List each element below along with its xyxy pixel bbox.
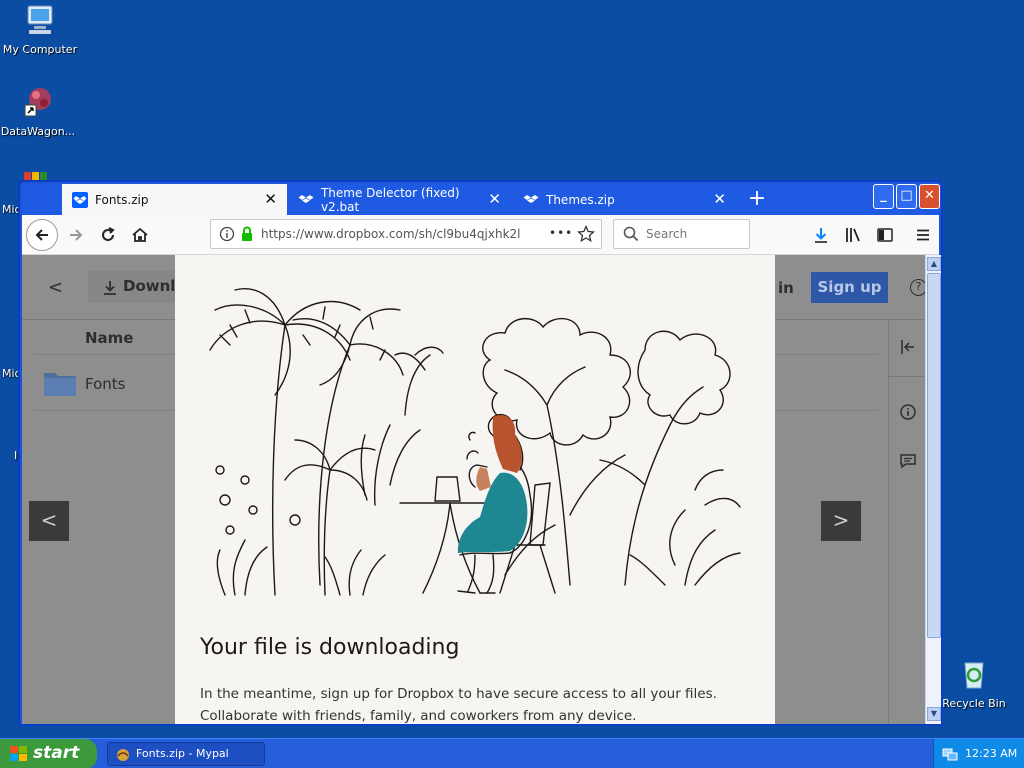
maximize-button[interactable]: □ <box>896 184 917 209</box>
scrollbar-thumb[interactable] <box>927 273 941 638</box>
desktop-partial-label: I <box>14 449 18 462</box>
arrow-right-icon <box>70 229 83 241</box>
download-button[interactable]: Downlo <box>88 271 186 303</box>
tab-themes-zip[interactable]: Themes.zip ✕ <box>513 184 736 215</box>
search-bar[interactable]: Search <box>613 219 750 249</box>
datawagon-icon <box>24 88 51 117</box>
info-icon[interactable] <box>899 403 917 421</box>
info-icon <box>219 226 235 242</box>
mypal-icon <box>117 749 129 761</box>
close-tab-icon[interactable]: ✕ <box>488 191 501 207</box>
tab-theme-delector[interactable]: Theme Delector (fixed) v2.bat ✕ <box>288 184 511 215</box>
windows-logo-icon <box>10 746 27 761</box>
recycle-bin-icon <box>964 662 984 689</box>
lock-icon <box>242 226 252 241</box>
desktop-icon-label: DataWagon... <box>0 125 76 138</box>
download-modal: Your file is downloading In the meantime… <box>175 255 775 724</box>
modal-body-line: Collaborate with friends, family, and co… <box>200 708 637 724</box>
desktop-icon-recycle-bin[interactable]: Recycle Bin <box>934 657 1014 710</box>
sign-up-button[interactable]: Sign up <box>811 272 888 303</box>
url-bar[interactable]: https://www.dropbox.com/sh/cl9bu4qjxhk2l… <box>210 219 602 249</box>
library-icon[interactable] <box>844 226 862 244</box>
reload-button[interactable] <box>92 219 124 251</box>
home-icon <box>132 227 148 242</box>
navigation-toolbar: https://www.dropbox.com/sh/cl9bu4qjxhk2l… <box>22 215 939 255</box>
taskbar-item-mypal[interactable]: Fonts.zip - Mypal <box>107 742 265 766</box>
modal-body-line: In the meantime, sign up for Dropbox to … <box>200 686 717 702</box>
tab-title: Theme Delector (fixed) v2.bat <box>320 185 460 214</box>
page-back-button[interactable]: < <box>48 277 63 298</box>
name-column-header[interactable]: Name <box>85 329 133 347</box>
minimize-button[interactable]: _ <box>873 184 894 209</box>
previous-file-button[interactable]: < <box>29 501 69 541</box>
hamburger-menu-icon[interactable] <box>914 226 932 244</box>
forward-button[interactable] <box>60 219 92 251</box>
comment-icon[interactable] <box>899 452 917 470</box>
tab-fonts-zip[interactable]: Fonts.zip ✕ <box>62 184 287 215</box>
bookmark-star-icon[interactable] <box>577 225 595 243</box>
url-text: https://www.dropbox.com/sh/cl9bu4qjxhk2l <box>261 227 521 241</box>
computer-icon <box>27 5 53 34</box>
reload-icon <box>102 227 115 241</box>
help-button[interactable]: ? <box>910 279 925 296</box>
close-tab-icon[interactable]: ✕ <box>264 191 277 207</box>
page-actions-button[interactable]: ••• <box>549 226 573 240</box>
page-viewport: < Downlo in Sign up ? Name Fonts < > You… <box>22 255 925 724</box>
taskbar-item-label: Fonts.zip - Mypal <box>136 747 229 760</box>
sidebar-icon[interactable] <box>876 226 894 244</box>
side-panel <box>888 319 925 724</box>
home-button[interactable] <box>124 219 156 251</box>
start-label: start <box>33 743 80 763</box>
dropbox-icon <box>298 194 314 203</box>
clock[interactable]: 12:23 AM <box>965 747 1017 760</box>
sign-in-link[interactable]: in <box>778 279 794 297</box>
garden-illustration <box>209 288 741 596</box>
arrow-left-icon <box>35 229 48 241</box>
desktop-icon-datawagon[interactable]: DataWagon... <box>0 85 78 138</box>
back-button[interactable] <box>26 219 58 251</box>
search-placeholder: Search <box>646 227 688 241</box>
taskbar: start Fonts.zip - Mypal 12:23 AM <box>0 738 1024 768</box>
modal-title: Your file is downloading <box>200 635 460 660</box>
folder-icon <box>44 373 76 396</box>
side-panel-divider <box>889 376 925 377</box>
dropbox-icon <box>72 191 88 208</box>
dropbox-icon <box>523 194 539 203</box>
desktop-icon-my-computer[interactable]: My Computer <box>0 3 80 56</box>
search-icon <box>623 226 639 242</box>
tab-title: Fonts.zip <box>95 192 149 207</box>
tab-title: Themes.zip <box>546 192 615 207</box>
folder-name: Fonts <box>85 375 126 393</box>
download-icon <box>104 281 116 295</box>
collapse-panel-icon[interactable] <box>899 338 917 356</box>
new-tab-button[interactable]: + <box>744 187 770 213</box>
help-icon: ? <box>915 280 922 293</box>
downloads-icon[interactable] <box>812 226 830 244</box>
modal-body: In the meantime, sign up for Dropbox to … <box>200 683 760 724</box>
close-window-button[interactable]: ✕ <box>919 184 940 209</box>
scroll-up-arrow-icon[interactable]: ▲ <box>927 257 941 271</box>
system-tray: 12:23 AM <box>933 739 1024 768</box>
desktop-icon-label: Recycle Bin <box>942 697 1006 710</box>
next-file-button[interactable]: > <box>821 501 861 541</box>
tab-bar: Fonts.zip ✕ Theme Delector (fixed) v2.ba… <box>22 184 939 215</box>
vertical-scrollbar[interactable]: ▲ ▼ <box>925 255 941 724</box>
desktop-icon-label: My Computer <box>2 43 78 56</box>
start-button[interactable]: start <box>0 739 97 768</box>
browser-window: Fonts.zip ✕ Theme Delector (fixed) v2.ba… <box>18 180 943 726</box>
scroll-down-arrow-icon[interactable]: ▼ <box>927 707 941 721</box>
network-icon[interactable] <box>942 746 958 762</box>
close-tab-icon[interactable]: ✕ <box>713 191 726 207</box>
